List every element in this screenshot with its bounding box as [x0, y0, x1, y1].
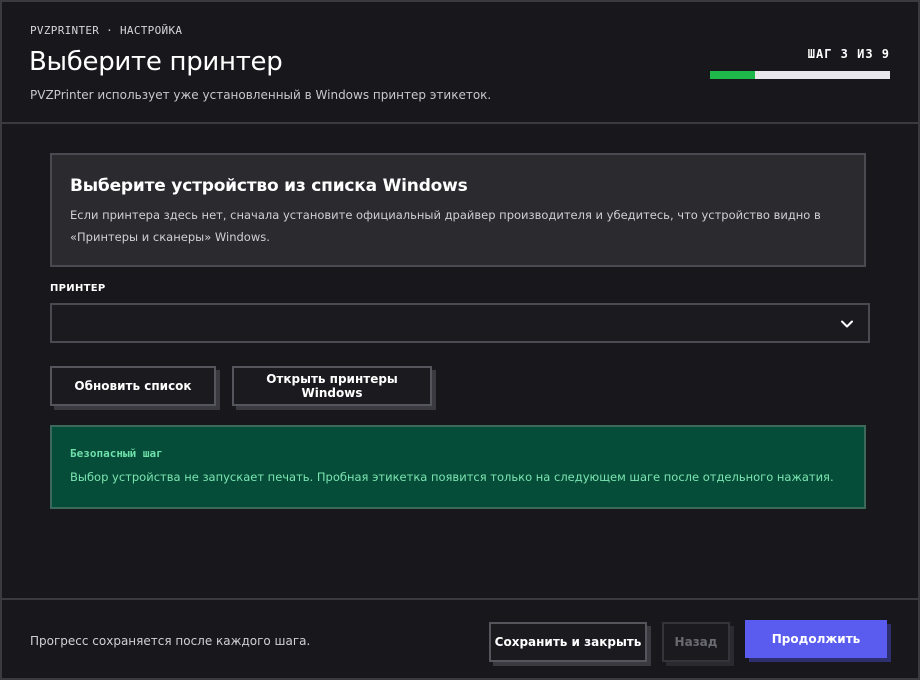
- page-title: Выберите принтер: [29, 47, 283, 77]
- setup-window: PVZPRINTER · НАСТРОЙКА Выберите принтер …: [0, 0, 920, 680]
- continue-button[interactable]: Продолжить: [745, 620, 887, 658]
- chevron-down-icon: [841, 320, 853, 328]
- step-indicator: ШАГ 3 ИЗ 9: [807, 47, 890, 61]
- breadcrumb: PVZPRINTER · НАСТРОЙКА: [30, 24, 183, 37]
- info-card-text: Если принтера здесь нет, сначала установ…: [70, 208, 821, 244]
- printer-select[interactable]: [50, 303, 870, 343]
- back-button[interactable]: Назад: [662, 622, 730, 662]
- safe-step-title: Безопасный шаг: [70, 447, 163, 460]
- header: PVZPRINTER · НАСТРОЙКА Выберите принтер …: [2, 2, 918, 124]
- info-card-title: Выберите устройство из списка Windows: [70, 176, 468, 196]
- info-card: Выберите устройство из списка Windows Ес…: [50, 153, 866, 267]
- save-and-close-button[interactable]: Сохранить и закрыть: [489, 622, 647, 662]
- open-windows-printers-button[interactable]: Открыть принтеры Windows: [232, 366, 432, 406]
- progress-bar-fill: [710, 71, 755, 79]
- safe-step-text: Выбор устройства не запускает печать. Пр…: [70, 470, 834, 484]
- page-subtitle: PVZPrinter использует уже установленный …: [30, 88, 492, 102]
- refresh-list-button[interactable]: Обновить список: [50, 366, 216, 406]
- progress-saved-note: Прогресс сохраняется после каждого шага.: [30, 634, 311, 648]
- footer: Прогресс сохраняется после каждого шага.…: [2, 598, 918, 678]
- progress-bar: [710, 71, 890, 79]
- printer-field-label: ПРИНТЕР: [50, 283, 106, 294]
- safe-step-notice: Безопасный шаг Выбор устройства не запус…: [50, 425, 866, 509]
